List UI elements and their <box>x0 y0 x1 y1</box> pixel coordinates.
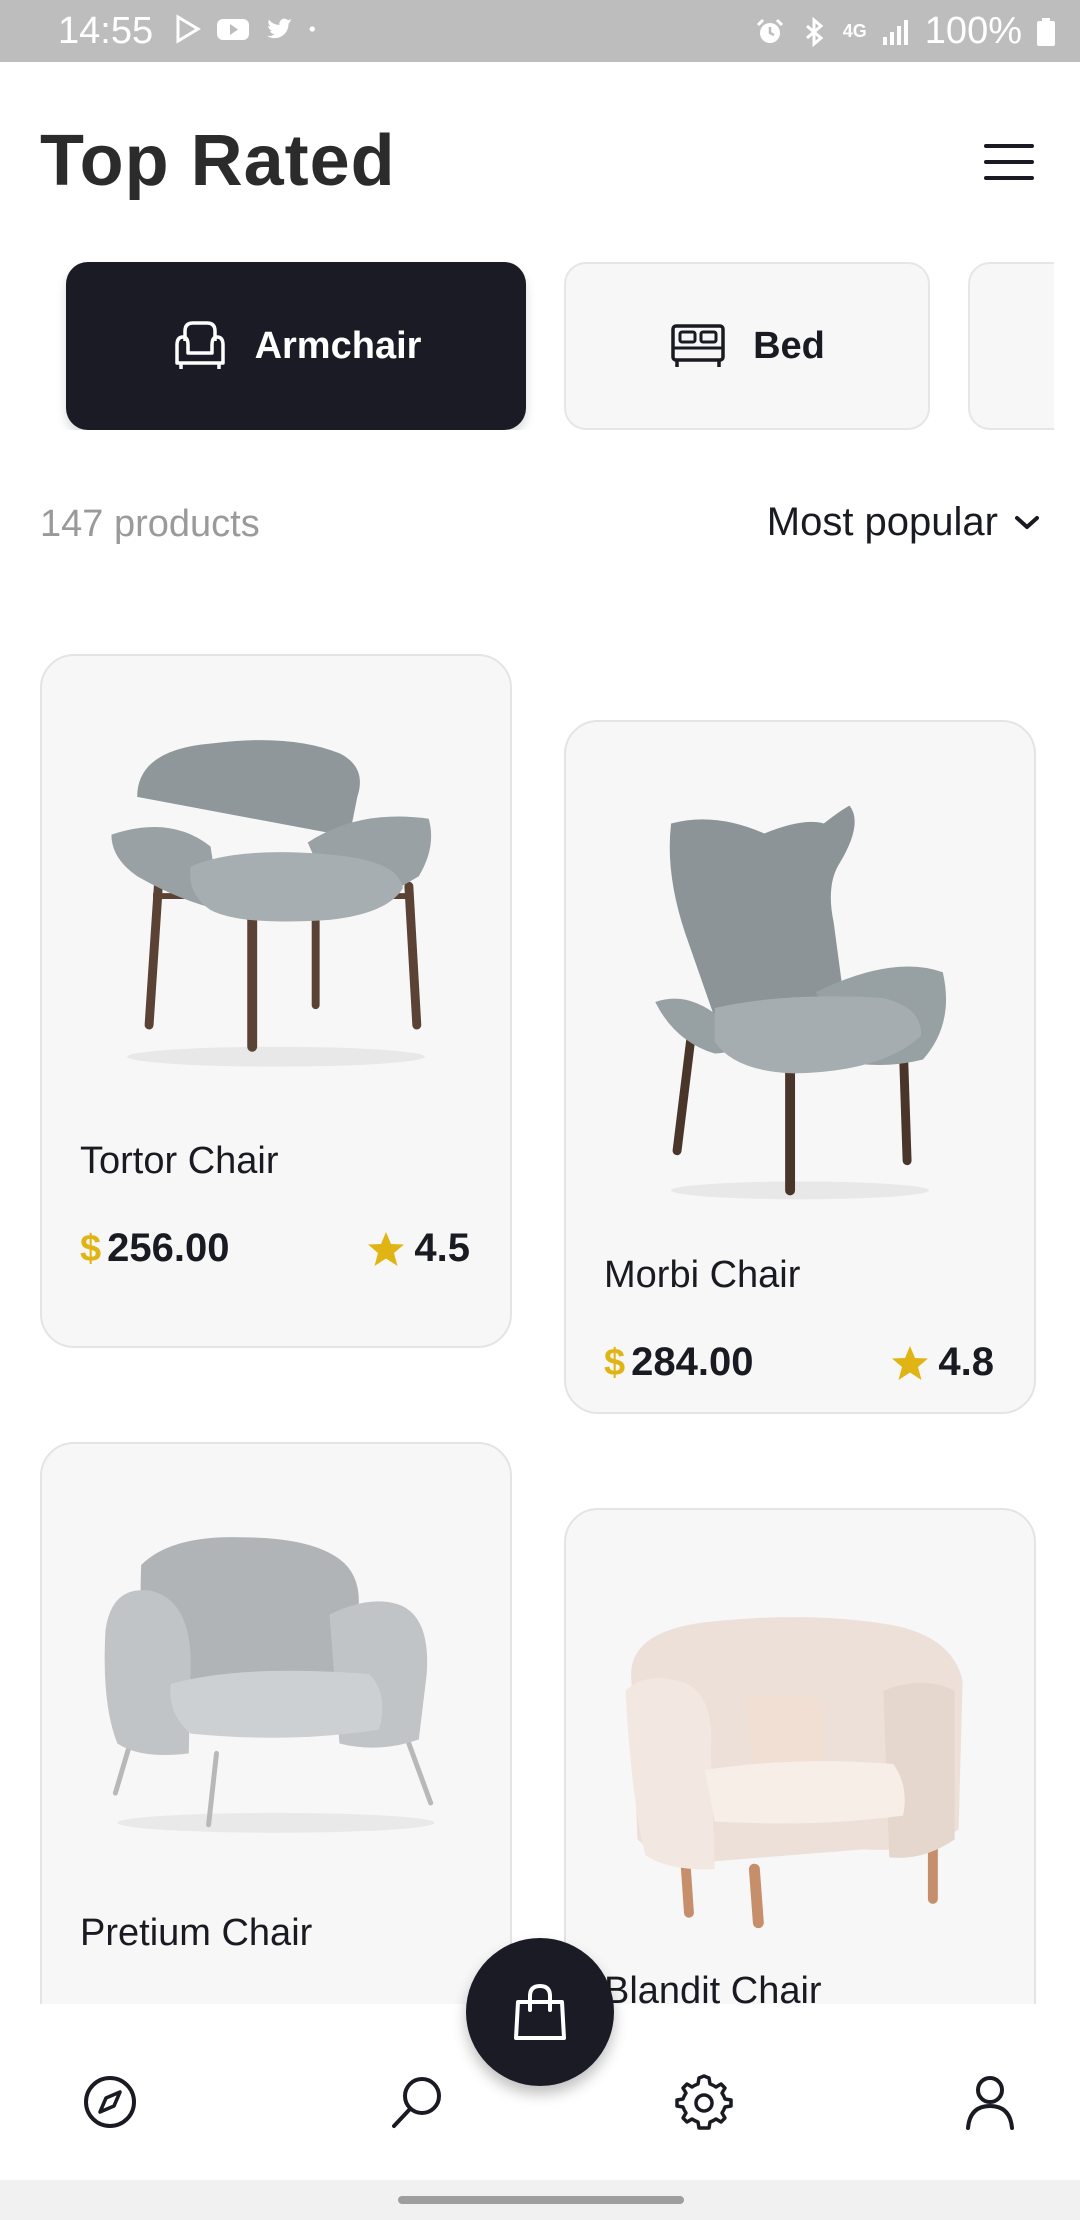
status-notification-icons <box>172 14 324 44</box>
product-rating: 4.5 <box>366 1226 470 1271</box>
sort-label: Most popular <box>766 500 998 544</box>
alarm-icon <box>756 18 783 43</box>
bluetooth-icon <box>805 16 824 47</box>
status-system-icons: 4G 100% <box>755 10 1056 53</box>
battery-percent: 100% <box>924 10 1022 52</box>
bed-icon <box>671 324 725 367</box>
twitter-icon <box>267 18 292 39</box>
product-rating: 4.8 <box>890 1340 994 1385</box>
armchair-icon <box>174 321 225 369</box>
category-tab-armchair[interactable]: Armchair <box>66 262 526 430</box>
hamburger-menu-icon[interactable] <box>984 140 1036 184</box>
product-name: Morbi Chair <box>604 1254 801 1296</box>
category-tab-next[interactable] <box>968 262 1054 430</box>
sort-dropdown[interactable]: Most popular <box>767 500 1040 545</box>
currency-symbol: $ <box>604 1342 626 1384</box>
shopping-bag-icon <box>514 1983 566 2040</box>
rating-value: 4.5 <box>414 1226 470 1270</box>
play-store-icon <box>176 14 201 44</box>
network-type-label: 4G <box>842 21 867 41</box>
page-title: Top Rated <box>40 121 396 201</box>
category-label: Bed <box>753 324 825 367</box>
product-image <box>655 805 947 1200</box>
product-name: Pretium Chair <box>80 1912 313 1954</box>
profile-icon[interactable] <box>960 2072 1020 2132</box>
home-gesture-bar[interactable] <box>398 2196 684 2204</box>
rating-value: 4.8 <box>938 1340 994 1384</box>
price-value: 284.00 <box>631 1340 754 1384</box>
system-gesture-area <box>0 2180 1080 2220</box>
product-image <box>111 740 432 1067</box>
product-price: $ 284.00 <box>604 1340 753 1385</box>
compass-icon[interactable] <box>80 2072 140 2132</box>
category-label: Armchair <box>254 324 422 367</box>
settings-icon[interactable] <box>674 2072 734 2132</box>
cart-fab-button[interactable] <box>466 1938 614 2086</box>
signal-icon <box>882 19 908 45</box>
star-icon <box>368 1231 405 1266</box>
currency-symbol: $ <box>80 1228 102 1270</box>
product-card[interactable]: Pretium Chair <box>40 1442 512 2042</box>
product-count: 147 products <box>40 503 260 545</box>
product-image <box>625 1617 963 1929</box>
chevron-down-icon <box>1015 515 1039 529</box>
status-bar: 14:55 4G 100% <box>0 0 1080 62</box>
battery-icon <box>1037 17 1055 46</box>
product-card[interactable]: Tortor Chair $ 256.00 4.5 <box>40 654 512 1348</box>
product-name: Tortor Chair <box>80 1140 279 1182</box>
dot-icon <box>309 26 315 32</box>
status-time: 14:55 <box>58 10 154 52</box>
star-icon <box>892 1345 929 1380</box>
product-card[interactable]: Morbi Chair $ 284.00 4.8 <box>564 720 1036 1414</box>
youtube-icon <box>217 19 249 40</box>
product-image <box>104 1537 435 1833</box>
product-price: $ 256.00 <box>80 1226 229 1271</box>
category-tabs: Armchair Bed <box>0 262 1054 430</box>
category-tab-bed[interactable]: Bed <box>564 262 930 430</box>
search-icon[interactable] <box>388 2072 448 2132</box>
price-value: 256.00 <box>107 1226 230 1270</box>
